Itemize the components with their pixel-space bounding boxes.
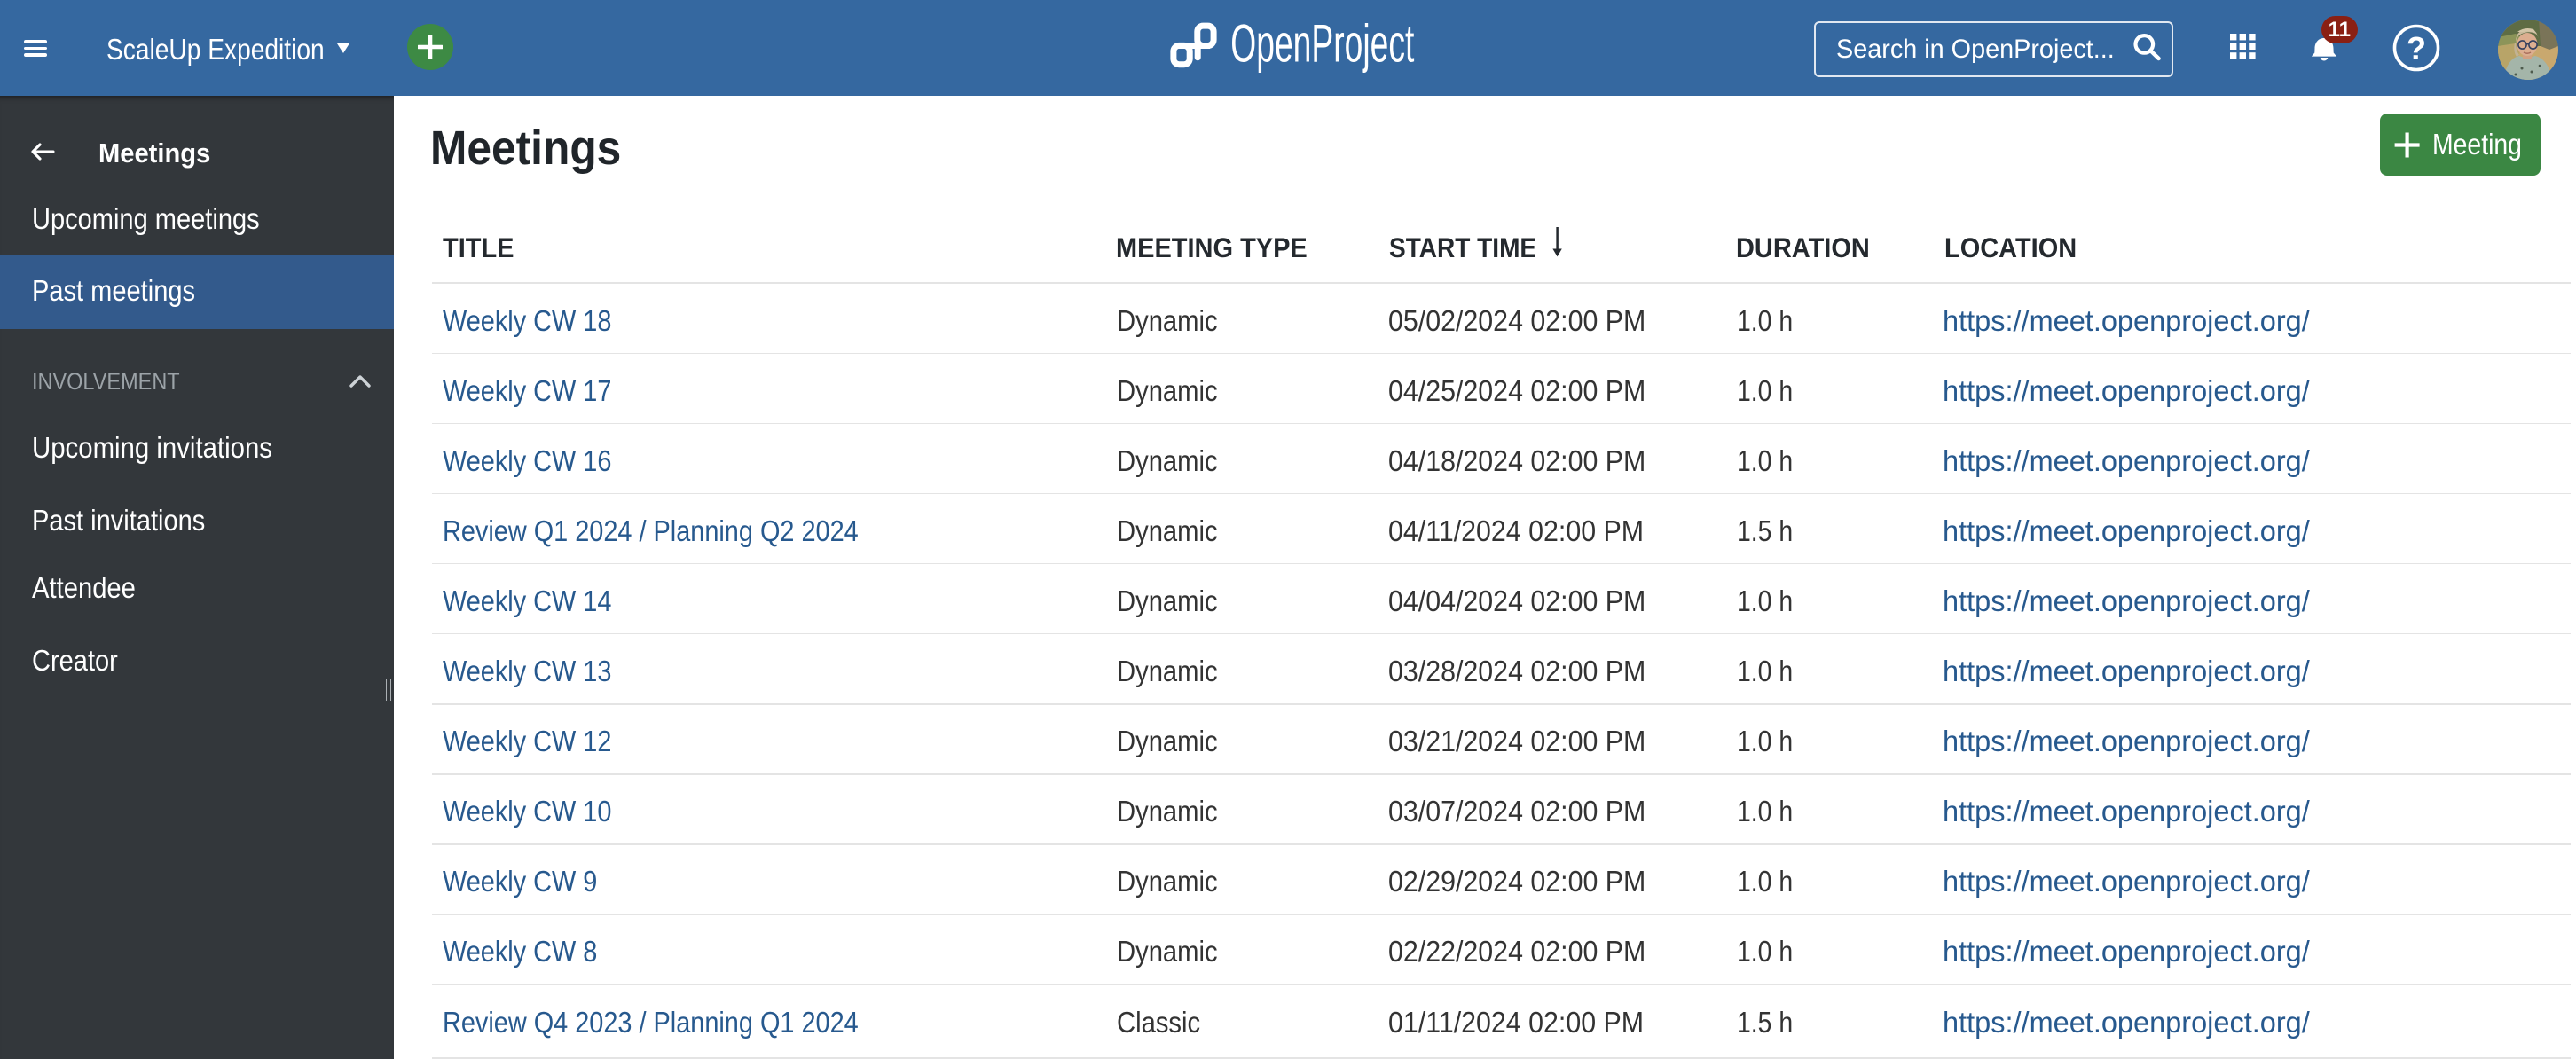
- svg-text:?: ?: [2407, 30, 2426, 67]
- svg-text:OpenProject: OpenProject: [1230, 14, 1414, 74]
